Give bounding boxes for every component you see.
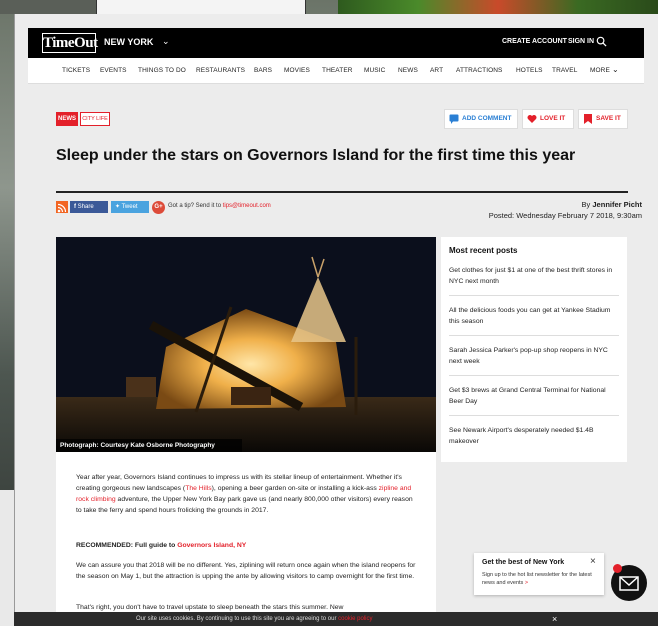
article-title: Sleep under the stars on Governors Islan…	[56, 147, 576, 164]
city-selector[interactable]: NEW YORK	[104, 37, 153, 47]
chevron-down-icon[interactable]: ⌄	[162, 36, 170, 47]
nav-theater[interactable]: THEATER	[322, 67, 353, 74]
chevron-right-icon[interactable]: >	[525, 580, 528, 586]
text-run: ), opening a beer garden on-site or inst…	[211, 485, 379, 492]
recent-post-link[interactable]: See Newark Airport's desperately needed …	[449, 425, 619, 447]
tip-email-link[interactable]: tips@timeout.com	[223, 203, 271, 209]
newsletter-description: Sign up to the hot list newsletter for t…	[482, 572, 592, 586]
cookie-banner: Our site uses cookies. By continuing to …	[14, 612, 658, 626]
cookie-text-wrap: Our site uses cookies. By continuing to …	[136, 612, 372, 626]
nav-bars[interactable]: BARS	[254, 67, 272, 74]
sidebar-divider	[449, 295, 619, 296]
paragraph-1: Year after year, Governors Island contin…	[76, 472, 420, 516]
cookie-text: Our site uses cookies. By continuing to …	[136, 616, 339, 622]
facebook-share-button[interactable]: f Share	[70, 201, 108, 213]
nav-restaurants[interactable]: RESTAURANTS	[196, 67, 245, 74]
nav-events[interactable]: EVENTS	[100, 67, 127, 74]
search-icon[interactable]	[596, 36, 607, 47]
recommended-line: RECOMMENDED: Full guide to Governors Isl…	[76, 540, 420, 551]
byline-prefix: By	[581, 200, 593, 209]
recent-post-link[interactable]: Sarah Jessica Parker's pop-up shop reope…	[449, 345, 619, 367]
nav-music[interactable]: MUSIC	[364, 67, 385, 74]
save-it-label: SAVE IT	[596, 115, 621, 122]
love-it-button[interactable]: LOVE IT	[522, 109, 574, 129]
chevron-down-icon[interactable]: ⌄	[612, 65, 619, 74]
title-divider	[56, 191, 628, 193]
newsletter-title: Get the best of New York	[482, 559, 565, 566]
background-strip	[338, 0, 658, 14]
twitter-icon: ✦	[115, 204, 122, 210]
nav-hotels[interactable]: HOTELS	[516, 67, 543, 74]
text-run: adventure, the Upper New York Bay park g…	[76, 496, 413, 514]
sidebar-title: Most recent posts	[449, 246, 518, 255]
add-comment-button[interactable]: ADD COMMENT	[444, 109, 518, 129]
posted-date: Posted: Wednesday February 7 2018, 9:30a…	[488, 211, 642, 220]
twitter-share-label: Tweet	[121, 204, 138, 210]
heart-icon	[527, 115, 537, 123]
sidebar-divider	[449, 415, 619, 416]
close-icon[interactable]: ×	[590, 556, 596, 567]
save-it-button[interactable]: SAVE IT	[578, 109, 628, 129]
facebook-share-label: Share	[77, 204, 94, 210]
author-link[interactable]: Jennifer Picht	[592, 200, 642, 209]
create-account-link[interactable]: CREATE ACCOUNT	[502, 38, 567, 45]
recent-posts-sidebar: Most recent posts Get clothes for just $…	[441, 237, 627, 462]
main-nav: TICKETS EVENTS THINGS TO DO RESTAURANTS …	[28, 58, 644, 84]
newsletter-popup: Get the best of New York × Sign up to th…	[474, 553, 604, 595]
recommended-label: RECOMMENDED: Full guide to	[76, 542, 178, 549]
recent-post-link[interactable]: All the delicious foods you can get at Y…	[449, 305, 619, 327]
timeout-logo[interactable]: TimeOut	[42, 33, 98, 53]
tag-city-life[interactable]: CITY LIFE	[80, 112, 110, 126]
photo-caption: Photograph: Courtesy Kate Osborne Photog…	[56, 439, 242, 452]
background-strip	[0, 0, 96, 14]
sidebar-divider	[449, 375, 619, 376]
comment-icon	[449, 114, 459, 124]
rss-icon[interactable]	[56, 201, 68, 213]
sign-in-link[interactable]: SIGN IN	[568, 38, 594, 45]
nav-news[interactable]: NEWS	[398, 67, 418, 74]
nav-art[interactable]: ART	[430, 67, 443, 74]
love-it-label: LOVE IT	[540, 115, 566, 122]
sidebar-divider	[449, 335, 619, 336]
tag-news[interactable]: NEWS	[56, 112, 78, 126]
newsletter-text[interactable]: Sign up to the hot list newsletter for t…	[482, 571, 598, 587]
site-header: TimeOut NEW YORK ⌄ CREATE ACCOUNT SIGN I…	[28, 28, 644, 58]
nav-tickets[interactable]: TICKETS	[62, 67, 90, 74]
the-hills-link[interactable]: The Hills	[185, 485, 211, 492]
bookmark-icon	[584, 114, 592, 124]
paragraph-2: We can assure you that 2018 will be no d…	[76, 562, 416, 580]
hero-image: Photograph: Courtesy Kate Osborne Photog…	[56, 237, 436, 452]
byline: By Jennifer Picht Posted: Wednesday Febr…	[489, 199, 642, 221]
recent-post-link[interactable]: Get clothes for just $1 at one of the be…	[449, 265, 619, 287]
add-comment-label: ADD COMMENT	[462, 115, 512, 122]
governors-island-link[interactable]: Governors Island, NY	[177, 542, 246, 549]
cookie-policy-link[interactable]: cookie policy	[338, 616, 372, 622]
nav-attractions[interactable]: ATTRACTIONS	[456, 67, 502, 74]
background-strip	[96, 0, 306, 14]
recent-post-link[interactable]: Get $3 brews at Grand Central Terminal f…	[449, 385, 619, 407]
google-plus-icon[interactable]: G+	[152, 201, 165, 214]
twitter-share-button[interactable]: ✦ Tweet	[111, 201, 149, 213]
nav-movies[interactable]: MOVIES	[284, 67, 310, 74]
tip-text: Got a tip? Send it to	[168, 203, 223, 209]
nav-travel[interactable]: TRAVEL	[552, 67, 577, 74]
tip-line: Got a tip? Send it to tips@timeout.com	[168, 203, 271, 209]
close-icon[interactable]: ×	[552, 612, 557, 626]
nav-more[interactable]: MORE	[590, 67, 610, 74]
tent-photo	[56, 237, 436, 452]
nav-things-to-do[interactable]: THINGS TO DO	[138, 67, 186, 74]
notification-badge	[613, 564, 622, 573]
article-body: Year after year, Governors Island contin…	[56, 452, 436, 612]
